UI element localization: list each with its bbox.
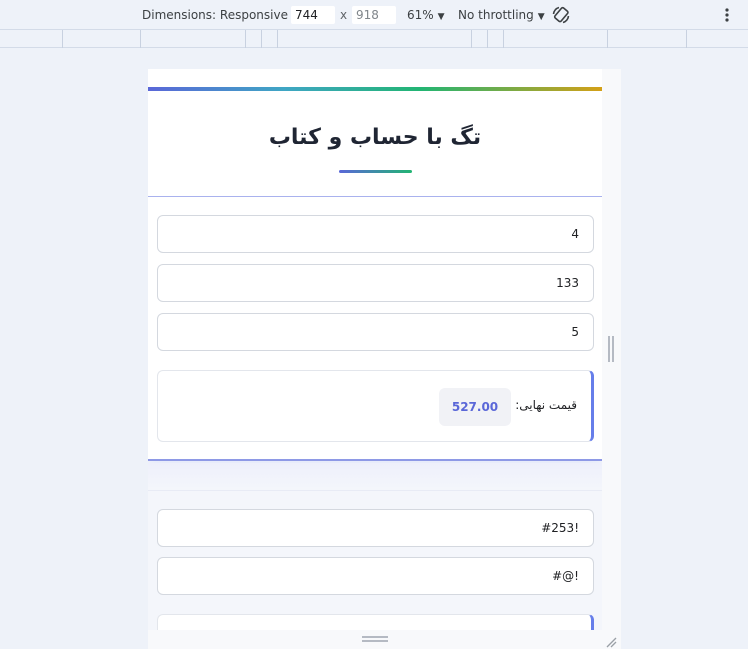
- ruler-tick[interactable]: [245, 30, 246, 48]
- result-value: 527.00: [439, 388, 511, 426]
- ruler-tick[interactable]: [261, 30, 262, 48]
- more-vert-icon[interactable]: [720, 6, 734, 24]
- resize-corner-icon[interactable]: [605, 633, 617, 648]
- title-underline: [339, 170, 412, 173]
- device-viewport: تگ با حساب و کتاب 4 133 5 قیمت نهایی: 52…: [148, 69, 602, 630]
- zoom-label: 61%: [407, 8, 434, 22]
- media-query-ruler[interactable]: [0, 30, 748, 48]
- height-input[interactable]: 918: [352, 6, 396, 24]
- width-input[interactable]: 744: [291, 6, 335, 24]
- ruler-tick[interactable]: [487, 30, 488, 48]
- result-label: قیمت نهایی:: [515, 398, 577, 412]
- dimensions-label: Dimensions: Responsive: [142, 8, 288, 22]
- dimensions-dropdown[interactable]: Dimensions: Responsive▼: [142, 7, 299, 23]
- grip-icon: [362, 636, 388, 642]
- resize-handle-bottom[interactable]: [148, 630, 621, 649]
- ruler-tick[interactable]: [686, 30, 687, 48]
- dimension-separator: x: [340, 8, 348, 22]
- result-box: قیمت نهایی: 527.00: [157, 370, 594, 442]
- calculator-card: تگ با حساب و کتاب 4 133 5 قیمت نهایی: 52…: [148, 69, 602, 461]
- page-title: تگ با حساب و کتاب: [268, 125, 482, 150]
- chevron-down-icon: ▼: [537, 12, 545, 22]
- number-field[interactable]: 133: [157, 264, 594, 302]
- text-field[interactable]: !#253: [157, 509, 594, 547]
- resize-handle-right[interactable]: [608, 336, 614, 362]
- number-field[interactable]: 5: [157, 313, 594, 351]
- rotate-icon[interactable]: [551, 5, 571, 25]
- result-box: [157, 614, 594, 630]
- ruler-tick[interactable]: [277, 30, 278, 48]
- chevron-down-icon: ▼: [437, 12, 445, 22]
- ruler-tick[interactable]: [503, 30, 504, 48]
- section-divider: [148, 463, 602, 491]
- number-field[interactable]: 4: [157, 215, 594, 253]
- text-field[interactable]: !@#: [157, 557, 594, 595]
- ruler-tick[interactable]: [62, 30, 63, 48]
- card-header: تگ با حساب و کتاب: [148, 91, 602, 197]
- ruler-tick[interactable]: [471, 30, 472, 48]
- throttling-dropdown[interactable]: No throttling ▼: [458, 7, 545, 23]
- throttling-label: No throttling: [458, 8, 534, 22]
- ruler-tick[interactable]: [607, 30, 608, 48]
- device-toolbar: Dimensions: Responsive▼ 744 x 918 61%▼ N…: [0, 0, 748, 30]
- ruler-tick[interactable]: [140, 30, 141, 48]
- zoom-dropdown[interactable]: 61% ▼: [407, 7, 445, 23]
